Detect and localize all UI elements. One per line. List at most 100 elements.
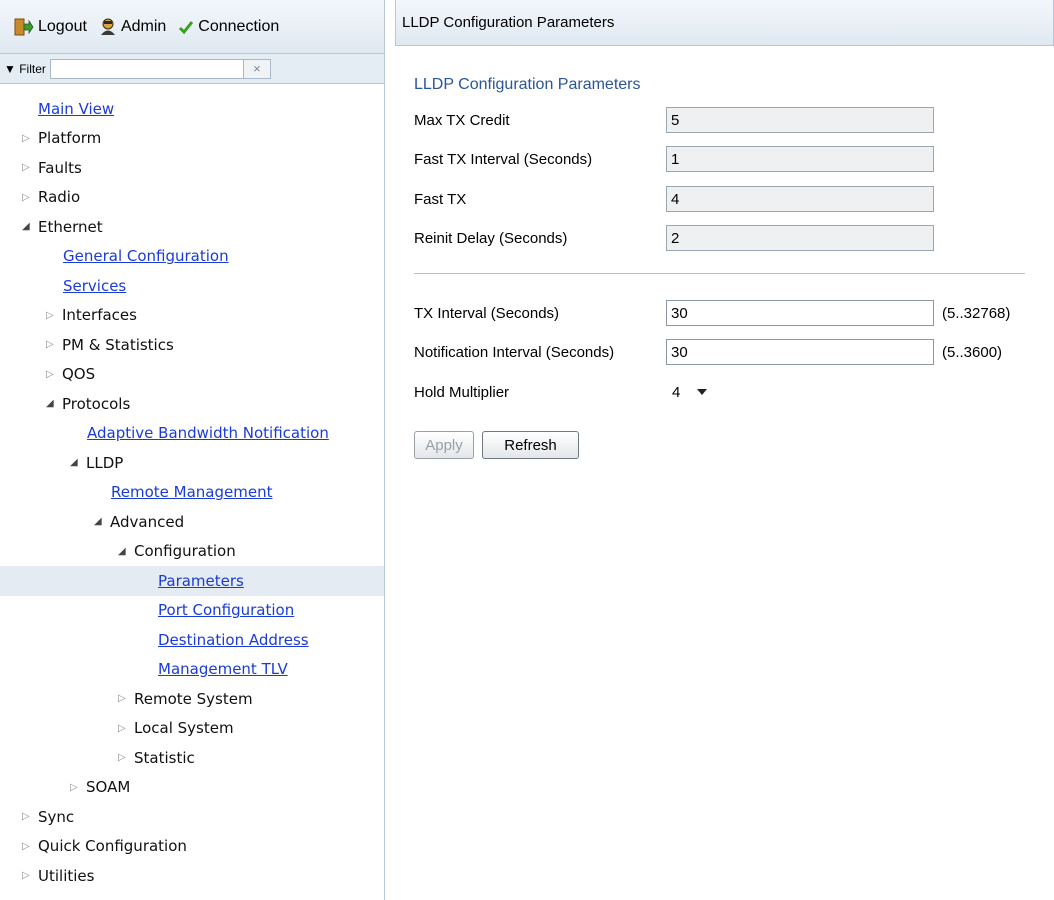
tree-item-main-view[interactable]: Main View <box>0 94 384 124</box>
tree-item-services[interactable]: Services <box>0 271 384 301</box>
tree-item-label: PM & Statistics <box>62 335 174 354</box>
tree-item-faults[interactable]: ▷ Faults <box>0 153 384 183</box>
collapsed-arrow-icon[interactable]: ▷ <box>22 192 34 203</box>
tree-item-label: Advanced <box>110 512 185 531</box>
tree-item-label[interactable]: General Configuration <box>63 247 229 265</box>
tree-item-label: Local System <box>134 719 234 738</box>
tree-item-remote-system[interactable]: ▷ Remote System <box>0 684 384 714</box>
hold-multiplier-select[interactable]: 4 <box>666 379 724 405</box>
tree-item-platform[interactable]: ▷ Platform <box>0 124 384 154</box>
expanded-arrow-icon[interactable]: ◢ <box>46 398 58 409</box>
expanded-arrow-icon[interactable]: ◢ <box>118 546 130 557</box>
logout-button[interactable]: Logout <box>14 18 87 36</box>
admin-button[interactable]: Admin <box>99 18 166 36</box>
max-tx-credit-field: 5 <box>666 107 934 133</box>
reinit-delay-label: Reinit Delay (Seconds) <box>414 229 568 247</box>
tree-item-local-system[interactable]: ▷ Local System <box>0 714 384 744</box>
check-icon <box>179 20 194 34</box>
filter-toggle[interactable]: ▼ Filter <box>4 62 46 76</box>
tree-item-management-tlv[interactable]: Management TLV <box>0 655 384 685</box>
tree-item-quick-configuration[interactable]: ▷ Quick Configuration <box>0 832 384 862</box>
collapsed-arrow-icon[interactable]: ▷ <box>118 752 130 763</box>
tree-item-destination-address[interactable]: Destination Address <box>0 625 384 655</box>
tree-item-label: Statistic <box>134 748 195 767</box>
tree-item-general-configuration[interactable]: General Configuration <box>0 242 384 272</box>
tree-item-configuration[interactable]: ◢ Configuration <box>0 537 384 567</box>
tree-item-label[interactable]: Destination Address <box>158 631 309 649</box>
tree-item-label: Sync <box>38 807 75 826</box>
tree-item-label[interactable]: Services <box>63 277 126 295</box>
filter-input[interactable] <box>49 58 244 79</box>
tree-item-label[interactable]: Management TLV <box>158 660 288 678</box>
tree-item-label: SOAM <box>86 778 131 797</box>
top-toolbar: Logout Admin Connection <box>0 0 384 54</box>
collapsed-arrow-icon[interactable]: ▷ <box>22 870 34 881</box>
tree-item-qos[interactable]: ▷ QOS <box>0 360 384 390</box>
fast-tx-field: 4 <box>666 186 934 212</box>
tree-item-advanced[interactable]: ◢ Advanced <box>0 507 384 537</box>
collapsed-arrow-icon[interactable]: ▷ <box>46 339 58 350</box>
tree-item-lldp[interactable]: ◢ LLDP <box>0 448 384 478</box>
tree-item-label[interactable]: Parameters <box>158 572 244 590</box>
fast-tx-row: Fast TX 4 <box>414 186 934 212</box>
tree-item-statistic[interactable]: ▷ Statistic <box>0 743 384 773</box>
collapsed-arrow-icon[interactable]: ▷ <box>22 162 34 173</box>
tx-interval-label: TX Interval (Seconds) <box>414 304 560 322</box>
tree-item-remote-management[interactable]: Remote Management <box>0 478 384 508</box>
expanded-arrow-icon[interactable]: ◢ <box>70 457 82 468</box>
tx-interval-input[interactable] <box>666 300 934 326</box>
max-tx-credit-row: Max TX Credit 5 <box>414 107 934 133</box>
tree-item-label[interactable]: Port Configuration <box>158 601 294 619</box>
hold-multiplier-value: 4 <box>672 383 681 401</box>
tree-item-label[interactable]: Adaptive Bandwidth Notification <box>87 424 329 442</box>
tree-item-sync[interactable]: ▷ Sync <box>0 802 384 832</box>
panel-header: LLDP Configuration Parameters <box>395 0 1054 46</box>
tree-item-label: Platform <box>38 129 102 148</box>
collapsed-arrow-icon[interactable]: ▷ <box>46 310 58 321</box>
connection-button[interactable]: Connection <box>178 18 279 36</box>
collapsed-arrow-icon[interactable]: ▷ <box>22 811 34 822</box>
collapsed-arrow-icon[interactable]: ▷ <box>70 782 82 793</box>
tree-item-port-configuration[interactable]: Port Configuration <box>0 596 384 626</box>
collapsed-arrow-icon[interactable]: ▷ <box>118 723 130 734</box>
notification-interval-range: (5..3600) <box>942 343 1003 361</box>
notification-interval-input[interactable] <box>666 339 934 365</box>
hold-multiplier-row: Hold Multiplier 4 <box>414 379 724 405</box>
expanded-arrow-icon[interactable]: ◢ <box>22 221 34 232</box>
user-icon <box>100 18 115 35</box>
navigation-panel: Logout Admin Connection ▼ Filter × Main … <box>0 0 385 900</box>
expanded-arrow-icon[interactable]: ◢ <box>94 516 106 527</box>
collapsed-arrow-icon[interactable]: ▷ <box>118 693 130 704</box>
connection-label: Connection <box>198 17 280 35</box>
tree-item-adaptive-bandwidth-notification[interactable]: Adaptive Bandwidth Notification <box>0 419 384 449</box>
navigation-tree: Main View ▷ Platform ▷ Faults ▷ Radio ◢ Ethernet… <box>0 94 384 891</box>
fast-tx-label: Fast TX <box>414 190 467 208</box>
filter-clear-button[interactable]: × <box>243 58 271 79</box>
tree-item-pm-statistics[interactable]: ▷ PM & Statistics <box>0 330 384 360</box>
refresh-button[interactable]: Refresh <box>482 431 579 459</box>
tree-item-label: Ethernet <box>38 217 103 236</box>
collapsed-arrow-icon[interactable]: ▷ <box>46 369 58 380</box>
tx-interval-row: TX Interval (Seconds) (5..32768) <box>414 300 1010 326</box>
fast-tx-interval-row: Fast TX Interval (Seconds) 1 <box>414 146 934 172</box>
tree-item-interfaces[interactable]: ▷ Interfaces <box>0 301 384 331</box>
tree-item-utilities[interactable]: ▷ Utilities <box>0 861 384 891</box>
tree-item-ethernet[interactable]: ◢ Ethernet <box>0 212 384 242</box>
tree-item-label: Radio <box>38 188 81 207</box>
logout-icon <box>14 18 34 35</box>
apply-button[interactable]: Apply <box>414 431 474 459</box>
tree-item-label: LLDP <box>86 453 124 472</box>
notification-interval-label: Notification Interval (Seconds) <box>414 343 615 361</box>
max-tx-credit-label: Max TX Credit <box>414 111 510 129</box>
tree-item-radio[interactable]: ▷ Radio <box>0 183 384 213</box>
fast-tx-interval-label: Fast TX Interval (Seconds) <box>414 150 593 168</box>
collapsed-arrow-icon[interactable]: ▷ <box>22 841 34 852</box>
tree-item-parameters[interactable]: Parameters <box>0 566 384 596</box>
filter-label: Filter <box>19 61 46 76</box>
collapsed-arrow-icon[interactable]: ▷ <box>22 133 34 144</box>
notification-interval-row: Notification Interval (Seconds) (5..3600… <box>414 339 1002 365</box>
tree-item-label[interactable]: Remote Management <box>111 483 272 501</box>
tree-item-protocols[interactable]: ◢ Protocols <box>0 389 384 419</box>
tree-item-soam[interactable]: ▷ SOAM <box>0 773 384 803</box>
tree-item-label[interactable]: Main View <box>38 100 114 118</box>
